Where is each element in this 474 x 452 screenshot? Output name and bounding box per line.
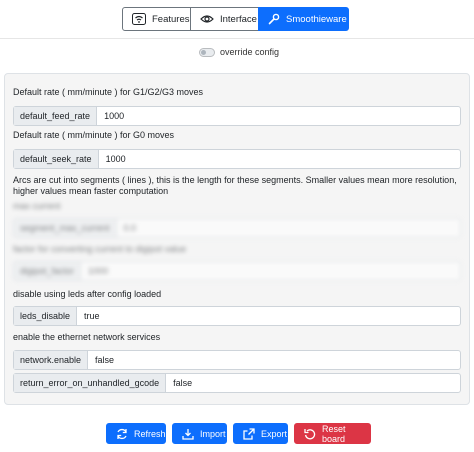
export-icon: [243, 427, 255, 440]
reset-label: Reset board: [322, 423, 346, 444]
blurred-field: segment_max_current 0.0: [13, 218, 461, 238]
feed-rate-name: default_feed_rate: [14, 107, 98, 125]
settings-tabs: Features Interface Smoothieware: [122, 7, 349, 31]
wifi-box-icon: [132, 13, 146, 25]
refresh-button[interactable]: Refresh: [106, 423, 166, 444]
tab-label: Features: [152, 13, 190, 25]
blurred-field-name: segment_max_current: [14, 219, 117, 237]
network-enable-input[interactable]: false: [88, 351, 460, 369]
reset-board-button[interactable]: Reset board: [294, 423, 371, 444]
refresh-icon: [116, 428, 128, 440]
eye-icon: [200, 14, 214, 24]
blurred-field-name: digipot_factor: [14, 262, 82, 280]
seek-rate-input[interactable]: 1000: [99, 150, 460, 168]
header-divider: [0, 38, 474, 39]
leds-input[interactable]: true: [77, 307, 460, 325]
gcode-error-input[interactable]: false: [166, 374, 460, 392]
import-button[interactable]: Import: [172, 423, 227, 444]
export-button[interactable]: Export: [233, 423, 288, 444]
blurred-description: max current: [13, 201, 61, 211]
blurred-field-input[interactable]: 1000: [81, 262, 460, 280]
feed-rate-description: Default rate ( mm/minute ) for G1/G2/G3 …: [13, 87, 204, 97]
blurred-description: factor for converting current to digipot…: [13, 244, 187, 254]
tab-label: Interface: [220, 13, 257, 25]
feed-rate-input[interactable]: 1000: [97, 107, 460, 125]
feed-rate-field: default_feed_rate 1000: [13, 106, 461, 126]
tab-smoothieware[interactable]: Smoothieware: [258, 7, 349, 31]
override-config-label: override config: [220, 47, 280, 57]
reset-icon: [304, 428, 316, 440]
override-config-toggle[interactable]: [199, 47, 215, 57]
blurred-field-input[interactable]: 0.0: [117, 219, 460, 237]
network-enable-field: network.enable false: [13, 350, 461, 370]
tab-interface[interactable]: Interface: [190, 7, 259, 31]
override-config: override config: [199, 47, 279, 57]
network-enable-name: network.enable: [14, 351, 89, 369]
arc-segments-description: Arcs are cut into segments ( lines ), th…: [13, 175, 457, 196]
seek-rate-description: Default rate ( mm/minute ) for G0 moves: [13, 130, 175, 140]
action-bar: Refresh Import Export Reset board: [106, 423, 371, 444]
leds-description: disable using leds after config loaded: [13, 289, 162, 299]
leds-field: leds_disable true: [13, 306, 461, 326]
leds-name: leds_disable: [14, 307, 78, 325]
gcode-error-field: return_error_on_unhandled_gcode false: [13, 373, 461, 393]
seek-rate-field: default_seek_rate 1000: [13, 149, 461, 169]
import-icon: [182, 428, 194, 440]
tab-features[interactable]: Features: [122, 7, 191, 31]
refresh-label: Refresh: [134, 428, 166, 439]
network-description: enable the ethernet network services: [13, 332, 161, 342]
tab-label: Smoothieware: [286, 13, 347, 25]
export-label: Export: [261, 428, 288, 439]
blurred-field: digipot_factor 1000: [13, 261, 461, 281]
gcode-error-name: return_error_on_unhandled_gcode: [14, 374, 167, 392]
seek-rate-name: default_seek_rate: [14, 150, 99, 168]
wrench-icon: [268, 13, 280, 25]
import-label: Import: [200, 428, 226, 439]
